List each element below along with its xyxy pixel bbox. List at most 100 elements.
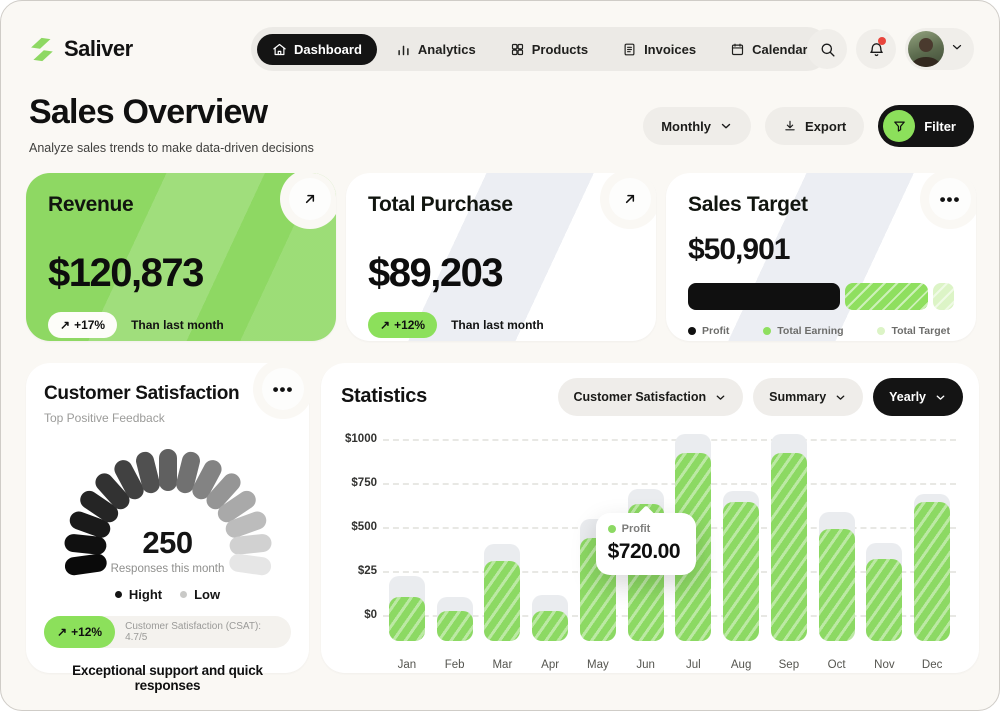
user-menu[interactable] [905, 28, 974, 70]
gauge-legend: HightLow [44, 587, 291, 602]
chevron-down-icon [950, 40, 964, 59]
nav-item-invoices[interactable]: Invoices [607, 34, 711, 65]
satisfaction-more-button[interactable]: ••• [262, 368, 304, 410]
sales-target-more-button[interactable]: ••• [929, 178, 971, 220]
page-controls: Monthly Export Filter [643, 105, 974, 147]
legend-dot-icon [877, 327, 885, 335]
chart-tooltip: Profit $720.00 [596, 513, 696, 575]
arrow-up-right-icon [622, 191, 638, 207]
nav-item-label: Invoices [644, 42, 696, 57]
target-legend-item: Total Target [877, 325, 950, 337]
satisfaction-subtitle: Top Positive Feedback [44, 411, 291, 425]
bar-feb[interactable]: Feb [431, 439, 479, 671]
total-purchase-compare: Than last month [451, 318, 544, 332]
nav-item-analytics[interactable]: Analytics [381, 34, 491, 65]
bar-fill [723, 502, 759, 641]
bar-oct[interactable]: Oct [813, 439, 861, 671]
total-purchase-card: Total Purchase $89,203 ↗ +12% Than last … [346, 173, 656, 341]
chevron-down-icon [934, 391, 947, 404]
total-purchase-title: Total Purchase [368, 193, 634, 217]
arrow-up-right-icon [302, 191, 318, 207]
revenue-title: Revenue [48, 193, 314, 217]
page-subtitle: Analyze sales trends to make data-driven… [29, 141, 314, 155]
bar-fill [484, 561, 520, 641]
bar-fill [914, 502, 950, 641]
bar-fill [866, 559, 902, 641]
invoices-icon [622, 42, 637, 57]
arrow-up-right-icon: ↗ [380, 318, 390, 332]
notification-dot [878, 37, 886, 45]
x-tick-label: Aug [717, 659, 765, 671]
arrow-up-right-icon: ↗ [57, 625, 67, 639]
statistics-title: Statistics [341, 385, 427, 408]
profit-dot-icon [608, 525, 616, 533]
legend-dot-icon [115, 591, 122, 598]
bar-nov[interactable]: Nov [861, 439, 909, 671]
notifications-button[interactable] [856, 29, 896, 69]
x-tick-label: Jun [622, 659, 670, 671]
app-window: Saliver Dashboard Analytics Products Invoic… [0, 0, 1000, 711]
revenue-expand-button[interactable] [289, 178, 331, 220]
y-tick-label: $25 [358, 565, 377, 577]
chart-y-axis: $1000$750$500$25$0 [335, 439, 377, 641]
nav-item-label: Products [532, 42, 588, 57]
main-nav: Dashboard Analytics Products Invoices Calend… [251, 27, 829, 71]
bar-sep[interactable]: Sep [765, 439, 813, 671]
page-title: Sales Overview [29, 93, 314, 132]
gauge-legend-low: Low [180, 587, 220, 602]
bar-dec[interactable]: Dec [908, 439, 956, 671]
customer-satisfaction-card: Customer Satisfaction Top Positive Feedb… [26, 363, 309, 673]
bar-fill [771, 453, 807, 641]
nav-item-label: Calendar [752, 42, 808, 57]
csat-score-text: Customer Satisfaction (CSAT): 4.7/5 [125, 621, 281, 643]
filter-button[interactable]: Filter [878, 105, 974, 147]
sales-target-value: $50,901 [688, 233, 954, 267]
x-tick-label: Mar [479, 659, 527, 671]
sales-target-progress [688, 283, 954, 310]
funnel-icon [883, 110, 915, 142]
bar-jan[interactable]: Jan [383, 439, 431, 671]
statistics-filter-summary[interactable]: Summary [753, 378, 863, 416]
total-purchase-badge: ↗ +12% [368, 312, 437, 338]
x-tick-label: Apr [526, 659, 574, 671]
nav-item-label: Analytics [418, 42, 476, 57]
bar-apr[interactable]: Apr [526, 439, 574, 671]
target-legend-item: Profit [688, 325, 729, 337]
total-purchase-expand-button[interactable] [609, 178, 651, 220]
statistics-filter-yearly[interactable]: Yearly [873, 378, 963, 416]
chevron-down-icon [714, 391, 727, 404]
products-icon [510, 42, 525, 57]
period-dropdown[interactable]: Monthly [643, 107, 751, 145]
search-button[interactable] [807, 29, 847, 69]
statistics-filter-customer-satisfaction[interactable]: Customer Satisfaction [558, 378, 744, 416]
legend-dot-icon [180, 591, 187, 598]
legend-dot-icon [763, 327, 771, 335]
brand-logo[interactable]: Saliver [29, 36, 133, 62]
download-icon [783, 119, 797, 133]
brand-name: Saliver [64, 36, 133, 62]
chevron-down-icon [834, 391, 847, 404]
x-tick-label: Jan [383, 659, 431, 671]
target-segment-total-target [933, 283, 954, 310]
y-tick-label: $1000 [345, 433, 377, 445]
satisfaction-gauge: 250 [63, 441, 273, 553]
bar-mar[interactable]: Mar [479, 439, 527, 671]
x-tick-label: Oct [813, 659, 861, 671]
nav-item-products[interactable]: Products [495, 34, 603, 65]
nav-item-label: Dashboard [294, 42, 362, 57]
bar-fill [532, 611, 568, 641]
tooltip-label: Profit [622, 523, 651, 535]
sales-target-title: Sales Target [688, 193, 954, 217]
search-icon [819, 41, 836, 58]
export-button[interactable]: Export [765, 107, 864, 145]
bar-aug[interactable]: Aug [717, 439, 765, 671]
sales-target-legend: ProfitTotal EarningTotal Target [688, 325, 954, 337]
x-tick-label: Sep [765, 659, 813, 671]
page-header: Sales Overview Analyze sales trends to m… [29, 93, 314, 155]
revenue-badge: ↗ +17% [48, 312, 117, 338]
kpi-cards-row: Revenue $120,873 ↗ +17% Than last month … [26, 173, 976, 341]
legend-dot-icon [688, 327, 696, 335]
arrow-up-right-icon: ↗ [60, 318, 70, 332]
avatar [908, 31, 944, 67]
nav-item-dashboard[interactable]: Dashboard [257, 34, 377, 65]
